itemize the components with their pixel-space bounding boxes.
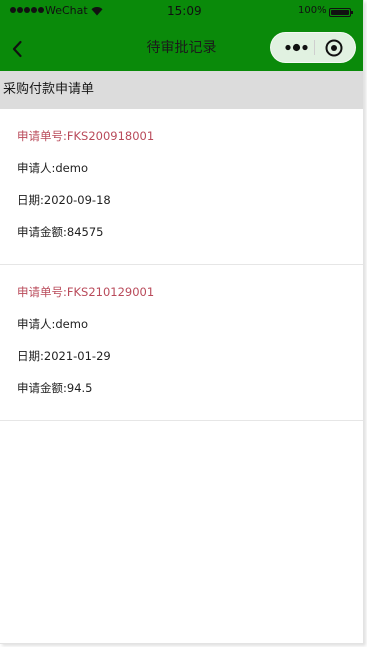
record-card[interactable]: 申请单号:FKS210129001 申请人:demo 日期:2021-01-29… (0, 265, 363, 421)
signal-icon (10, 7, 44, 13)
record-date: 日期:2021-01-29 (17, 349, 111, 363)
section-title: 采购付款申请单 (0, 71, 363, 109)
record-number: 申请单号:FKS200918001 (17, 129, 155, 143)
capsule-divider (314, 40, 315, 55)
mini-program-capsule (270, 32, 356, 63)
top-bar: WeChat 15:09 100% 待审批记录 (0, 0, 363, 71)
target-circle-icon[interactable] (324, 38, 344, 58)
phone-screen: WeChat 15:09 100% 待审批记录 采购付款申请单 申请单号:FKS… (0, 0, 364, 644)
record-list: 申请单号:FKS200918001 申请人:demo 日期:2020-09-18… (0, 109, 363, 643)
carrier-label: WeChat (45, 4, 88, 17)
record-number: 申请单号:FKS210129001 (17, 285, 155, 299)
record-applicant: 申请人:demo (17, 317, 88, 331)
more-dots-icon[interactable] (279, 33, 314, 62)
status-time: 15:09 (167, 4, 202, 18)
record-applicant: 申请人:demo (17, 161, 88, 175)
wifi-icon (91, 7, 103, 16)
record-card[interactable]: 申请单号:FKS200918001 申请人:demo 日期:2020-09-18… (0, 109, 363, 265)
record-date: 日期:2020-09-18 (17, 193, 111, 207)
record-amount: 申请金额:84575 (17, 225, 104, 239)
record-amount: 申请金额:94.5 (17, 381, 93, 395)
status-bar: WeChat 15:09 100% (0, 0, 363, 22)
battery-percent: 100% (298, 5, 327, 16)
battery-icon (329, 8, 353, 17)
